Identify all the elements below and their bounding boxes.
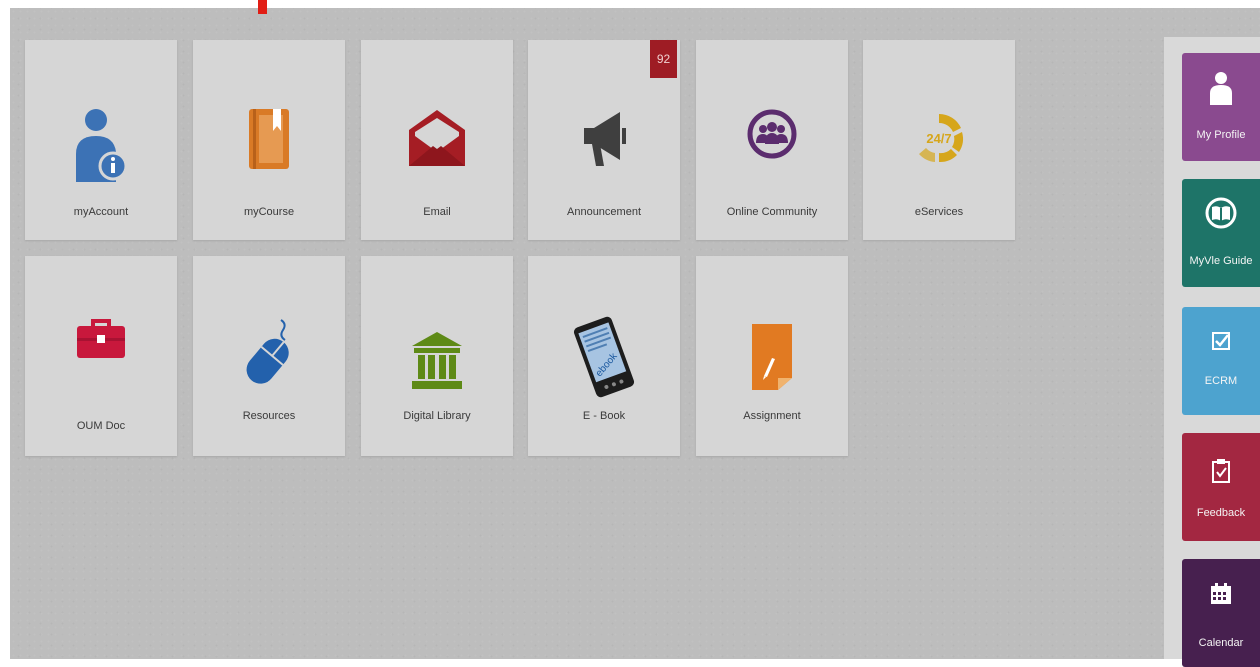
checkbox-icon [1182, 331, 1260, 351]
sidebar-calendar[interactable]: Calendar [1182, 559, 1260, 667]
tile-label: Assignment [743, 410, 801, 422]
tile-eservices[interactable]: 24/7 eServices [863, 40, 1015, 240]
tile-digital-library[interactable]: Digital Library [361, 256, 513, 456]
sidebar-label: Calendar [1198, 637, 1244, 649]
mouse-icon [193, 316, 345, 390]
tile-assignment[interactable]: Assignment [696, 256, 848, 456]
sidebar-my-profile[interactable]: My Profile [1182, 53, 1260, 161]
tile-label: E - Book [582, 410, 626, 422]
notification-badge: 92 [650, 40, 677, 78]
tile-mycourse[interactable]: myCourse [193, 40, 345, 240]
book-icon [193, 107, 345, 171]
sidebar-label: My Profile [1196, 129, 1246, 141]
user-info-icon [25, 106, 177, 182]
sidebar-label: ECRM [1204, 375, 1238, 387]
tile-e-book[interactable]: ebook E - Book [528, 256, 680, 456]
tile-label: Digital Library [403, 410, 471, 422]
tile-online-community[interactable]: Online Community [696, 40, 848, 240]
envelope-icon [361, 110, 513, 166]
clock-24-7-icon: 24/7 [863, 110, 1015, 166]
tile-label: Announcement [567, 206, 641, 218]
tile-myaccount[interactable]: myAccount [25, 40, 177, 240]
quick-links-sidebar: My Profile MyVle Guide ECRM Feedback Cal… [1164, 37, 1260, 667]
sidebar-label: MyVle Guide [1189, 255, 1253, 267]
ebook-reader-icon: ebook [528, 316, 680, 398]
clock-text: 24/7 [926, 131, 951, 146]
tile-label: OUM Doc [76, 420, 126, 432]
briefcase-icon [25, 318, 177, 358]
tile-label: Resources [242, 410, 296, 422]
sidebar-myvle-guide[interactable]: MyVle Guide [1182, 179, 1260, 287]
tile-label: Email [423, 206, 451, 218]
tile-announcement[interactable]: 92 Announcement [528, 40, 680, 240]
assignment-sheet-icon [696, 322, 848, 392]
tile-oum-doc[interactable]: OUM Doc [25, 256, 177, 456]
sidebar-ecrm[interactable]: ECRM [1182, 307, 1260, 415]
sidebar-label: Feedback [1196, 507, 1246, 519]
megaphone-icon [528, 110, 680, 168]
tile-label: Online Community [726, 206, 818, 218]
tile-label: eServices [914, 206, 964, 218]
profile-icon [1182, 71, 1260, 105]
tile-email[interactable]: Email [361, 40, 513, 240]
sidebar-feedback[interactable]: Feedback [1182, 433, 1260, 541]
clipboard-check-icon [1182, 459, 1260, 483]
guide-book-icon [1182, 197, 1260, 229]
tile-resources[interactable]: Resources [193, 256, 345, 456]
community-icon [696, 109, 848, 159]
library-building-icon [361, 332, 513, 390]
calendar-icon [1182, 583, 1260, 605]
tile-label: myCourse [243, 206, 295, 218]
tile-label: myAccount [73, 206, 129, 218]
